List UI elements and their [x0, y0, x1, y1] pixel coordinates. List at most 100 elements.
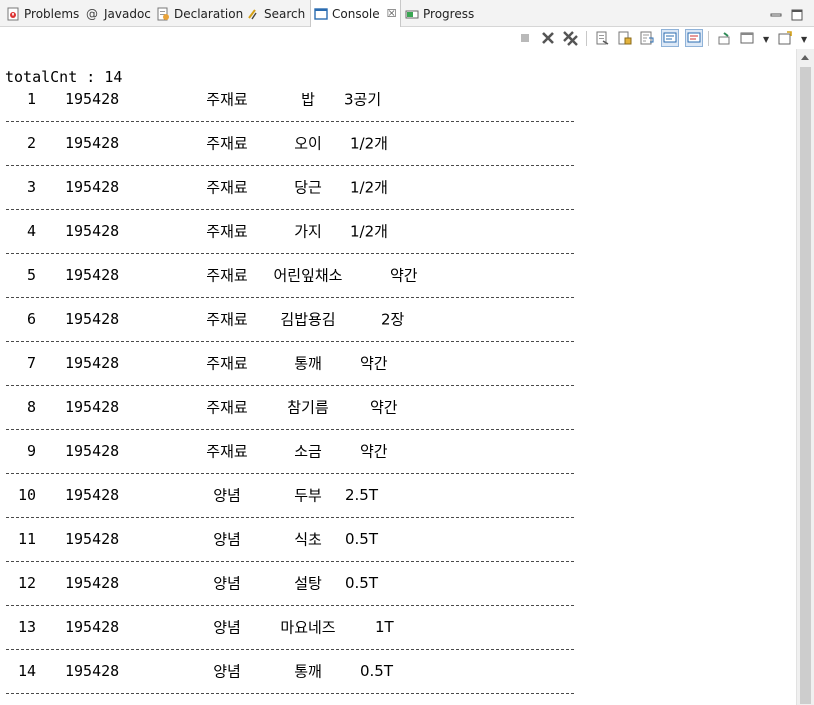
javadoc-at-icon: @	[86, 6, 98, 21]
recipe-code: 195428	[65, 398, 120, 416]
tab-progress[interactable]: Progress	[405, 0, 474, 27]
tab-search[interactable]: Search	[246, 0, 305, 27]
recipe-code: 195428	[65, 442, 120, 460]
list-item: 2 195428 주재료 오이 1/2개	[0, 122, 796, 166]
ingredient-category: 주재료	[206, 398, 248, 417]
chevron-down-icon[interactable]: ▼	[763, 35, 769, 44]
ingredient-quantity: 3공기	[344, 90, 382, 109]
ingredient-category: 주재료	[206, 134, 248, 153]
word-wrap-icon[interactable]	[638, 29, 656, 47]
maximize-view-icon[interactable]	[791, 6, 803, 21]
ingredient-category: 주재료	[206, 266, 248, 285]
problems-icon	[6, 7, 20, 21]
list-item: 6 195428 주재료 김밥용김 2장	[0, 298, 796, 342]
clipped-output-line	[0, 51, 795, 59]
remove-launch-icon[interactable]	[539, 29, 557, 47]
toolbar-separator	[708, 31, 709, 46]
progress-icon	[405, 7, 419, 21]
clear-console-icon[interactable]	[593, 29, 611, 47]
row-number: 8	[26, 398, 36, 416]
tab-problems[interactable]: Problems	[6, 0, 79, 27]
ingredient-name: 참기름	[287, 398, 329, 417]
display-selected-console-icon[interactable]	[738, 29, 756, 47]
ingredient-category: 주재료	[206, 90, 248, 109]
ingredient-quantity: 0.5T	[360, 662, 394, 680]
tab-console[interactable]: Console ☒	[310, 0, 401, 27]
ingredient-quantity: 약간	[370, 398, 398, 417]
tab-label: Javadoc	[104, 6, 151, 21]
list-item: 5 195428 주재료 어린잎채소 약간	[0, 254, 796, 298]
scroll-up-icon[interactable]	[801, 55, 809, 60]
list-item: 10 195428 양념 두부 2.5T	[0, 474, 796, 518]
ingredient-name: 통깨	[294, 354, 322, 373]
pin-console-icon[interactable]	[715, 29, 733, 47]
tab-label: Progress	[423, 6, 475, 21]
recipe-code: 195428	[65, 222, 120, 240]
row-number: 11	[17, 530, 36, 548]
terminate-icon[interactable]	[516, 29, 534, 47]
list-item: 11 195428 양념 식초 0.5T	[0, 518, 796, 562]
show-on-stderr-icon[interactable]	[685, 29, 703, 47]
console-icon	[314, 7, 328, 21]
list-item: 12 195428 양념 설탕 0.5T	[0, 562, 796, 606]
declaration-icon	[156, 7, 170, 21]
ingredient-category: 주재료	[206, 178, 248, 197]
ingredient-name: 당근	[294, 178, 322, 197]
row-number: 9	[26, 442, 36, 460]
recipe-code: 195428	[65, 618, 120, 636]
scrollbar-thumb[interactable]	[800, 67, 811, 704]
ingredient-quantity: 2.5T	[345, 486, 379, 504]
ingredient-category: 주재료	[206, 442, 248, 461]
console-toolbar: ▼ ▼	[0, 27, 814, 49]
ingredient-category: 양념	[213, 662, 241, 681]
ingredient-quantity: 2장	[381, 310, 405, 329]
close-icon[interactable]: ☒	[387, 7, 397, 20]
recipe-code: 195428	[65, 134, 120, 152]
list-item: 14 195428 양념 통깨 0.5T	[0, 650, 796, 694]
remove-all-terminated-icon[interactable]	[561, 29, 579, 47]
list-item: 4 195428 주재료 가지 1/2개	[0, 210, 796, 254]
minimize-view-icon[interactable]	[770, 6, 782, 18]
ingredient-category: 양념	[213, 530, 241, 549]
open-console-icon[interactable]	[776, 29, 794, 47]
row-number: 10	[17, 486, 36, 504]
ingredient-name: 통깨	[294, 662, 322, 681]
tab-label: Declaration	[174, 6, 244, 21]
tab-label: Console	[332, 6, 380, 21]
recipe-code: 195428	[65, 354, 120, 372]
ingredient-quantity: 1T	[375, 618, 394, 636]
ingredient-name: 두부	[294, 486, 322, 505]
toolbar-separator	[586, 31, 587, 46]
recipe-code: 195428	[65, 90, 120, 108]
row-number: 14	[17, 662, 36, 680]
row-divider	[6, 693, 574, 694]
ingredient-name: 식초	[294, 530, 322, 549]
ingredient-name: 어린잎채소	[273, 266, 343, 285]
scroll-lock-icon[interactable]	[616, 29, 634, 47]
console-output[interactable]: totalCnt : 14 1 195428 주재료 밥 3공기 2 195428 주재료 오이…	[0, 64, 796, 705]
ingredient-category: 주재료	[206, 354, 248, 373]
row-number: 4	[26, 222, 36, 240]
tab-javadoc[interactable]: @ Javadoc	[86, 0, 151, 27]
list-item: 8 195428 주재료 참기름 약간	[0, 386, 796, 430]
chevron-down-icon[interactable]: ▼	[801, 35, 807, 44]
row-number: 2	[26, 134, 36, 152]
ingredient-quantity: 1/2개	[350, 178, 388, 197]
tab-declaration[interactable]: Declaration	[156, 0, 243, 27]
ingredient-category: 양념	[213, 486, 241, 505]
list-item: 7 195428 주재료 통깨 약간	[0, 342, 796, 386]
row-number: 7	[26, 354, 36, 372]
recipe-code: 195428	[65, 178, 120, 196]
row-number: 6	[26, 310, 36, 328]
tab-label: Problems	[24, 6, 80, 21]
ingredient-category: 주재료	[206, 310, 248, 329]
ingredient-quantity: 약간	[390, 266, 418, 285]
ingredient-category: 양념	[213, 574, 241, 593]
ingredient-name: 오이	[294, 134, 322, 153]
show-on-stdout-icon[interactable]	[661, 29, 679, 47]
ingredient-quantity: 약간	[360, 354, 388, 373]
vertical-scrollbar[interactable]	[796, 49, 814, 705]
list-item: 3 195428 주재료 당근 1/2개	[0, 166, 796, 210]
row-number: 12	[17, 574, 36, 592]
list-item: 13 195428 양념 마요네즈 1T	[0, 606, 796, 650]
